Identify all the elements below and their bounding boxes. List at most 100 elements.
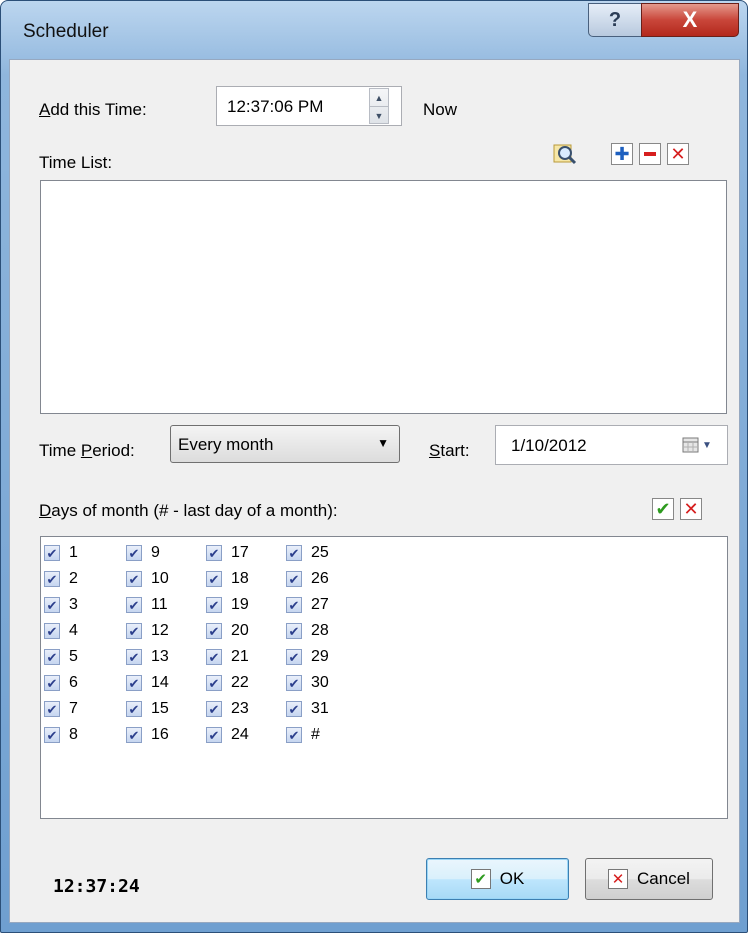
day-label: 23 [231,700,249,717]
start-date-input[interactable]: 1/10/2012 ▼ [495,425,728,465]
checkbox[interactable]: ✔ [206,701,222,717]
day-label: 31 [311,700,329,717]
day-checkbox-item[interactable]: ✔ 24 [206,723,249,747]
remove-time-button[interactable] [639,143,661,165]
checkbox[interactable]: ✔ [44,649,60,665]
day-checkbox-item[interactable]: ✔ 5 [44,645,78,669]
checkbox[interactable]: ✔ [126,727,142,743]
time-list[interactable] [40,180,727,414]
day-label: 28 [311,622,329,639]
checkbox[interactable]: ✔ [286,545,302,561]
checkbox[interactable]: ✔ [126,597,142,613]
checkbox[interactable]: ✔ [206,675,222,691]
day-checkbox-item[interactable]: ✔ 30 [286,671,329,695]
checkbox[interactable]: ✔ [206,597,222,613]
day-checkbox-item[interactable]: ✔ 4 [44,619,78,643]
day-checkbox-item[interactable]: ✔ # [286,723,320,747]
checkbox[interactable]: ✔ [286,675,302,691]
day-label: 26 [311,570,329,587]
time-input[interactable]: 12:37:06 PM ▲ ▼ [216,86,402,126]
checkbox[interactable]: ✔ [44,571,60,587]
day-checkbox-item[interactable]: ✔ 2 [44,567,78,591]
day-checkbox-item[interactable]: ✔ 15 [126,697,169,721]
day-checkbox-item[interactable]: ✔ 9 [126,541,160,565]
check-all-button[interactable]: ✔ [652,498,674,520]
checkbox[interactable]: ✔ [286,623,302,639]
day-checkbox-item[interactable]: ✔ 23 [206,697,249,721]
day-checkbox-item[interactable]: ✔ 13 [126,645,169,669]
day-checkbox-item[interactable]: ✔ 17 [206,541,249,565]
day-label: # [311,726,320,743]
day-checkbox-item[interactable]: ✔ 19 [206,593,249,617]
ok-button[interactable]: ✔ OK [426,858,569,900]
now-link[interactable]: Now [423,100,457,120]
day-label: 3 [69,596,78,613]
checkbox[interactable]: ✔ [206,545,222,561]
help-button[interactable]: ? [588,3,642,37]
day-checkbox-item[interactable]: ✔ 27 [286,593,329,617]
checkbox[interactable]: ✔ [126,571,142,587]
title-bar[interactable]: Scheduler ? X [1,1,747,59]
checkbox[interactable]: ✔ [44,727,60,743]
day-checkbox-item[interactable]: ✔ 18 [206,567,249,591]
day-checkbox-item[interactable]: ✔ 8 [44,723,78,747]
checkbox[interactable]: ✔ [206,623,222,639]
find-button[interactable] [552,142,578,166]
day-label: 15 [151,700,169,717]
clear-times-button[interactable]: ✕ [667,143,689,165]
spin-up-icon[interactable]: ▲ [370,89,388,107]
day-checkbox-item[interactable]: ✔ 1 [44,541,78,565]
window-title: Scheduler [23,21,109,42]
checkbox[interactable]: ✔ [126,623,142,639]
day-checkbox-item[interactable]: ✔ 3 [44,593,78,617]
checkbox[interactable]: ✔ [286,597,302,613]
day-label: 2 [69,570,78,587]
checkbox[interactable]: ✔ [126,675,142,691]
day-checkbox-item[interactable]: ✔ 10 [126,567,169,591]
checkbox[interactable]: ✔ [126,701,142,717]
day-checkbox-item[interactable]: ✔ 7 [44,697,78,721]
day-checkbox-item[interactable]: ✔ 21 [206,645,249,669]
checkbox[interactable]: ✔ [206,649,222,665]
uncheck-all-button[interactable]: ✕ [680,498,702,520]
day-checkbox-item[interactable]: ✔ 26 [286,567,329,591]
checkbox[interactable]: ✔ [126,545,142,561]
day-checkbox-item[interactable]: ✔ 6 [44,671,78,695]
day-label: 22 [231,674,249,691]
cancel-button[interactable]: ✕ Cancel [585,858,713,900]
days-checklist[interactable]: ✔ 1 ✔ 2 ✔ 3 ✔ 4 ✔ 5 ✔ 6 ✔ 7 ✔ 8 ✔ 9 ✔ 10 ✔ 11 ✔ 12 ✔ 13 ✔ 14 ✔ 15 ✔ 16 ✔… [40,536,728,819]
checkbox[interactable]: ✔ [44,545,60,561]
day-checkbox-item[interactable]: ✔ 14 [126,671,169,695]
calendar-dropdown-button[interactable]: ▼ [682,436,716,454]
cancel-button-label: Cancel [637,869,690,888]
checkbox[interactable]: ✔ [44,597,60,613]
day-checkbox-item[interactable]: ✔ 11 [126,593,168,617]
add-time-button[interactable]: ✚ [611,143,633,165]
checkbox[interactable]: ✔ [44,675,60,691]
checkbox[interactable]: ✔ [286,727,302,743]
day-checkbox-item[interactable]: ✔ 29 [286,645,329,669]
day-checkbox-item[interactable]: ✔ 28 [286,619,329,643]
time-spinner[interactable]: ▲ ▼ [369,88,389,124]
day-checkbox-item[interactable]: ✔ 12 [126,619,169,643]
spin-down-icon[interactable]: ▼ [370,107,388,124]
close-button[interactable]: X [641,3,739,37]
day-checkbox-item[interactable]: ✔ 16 [126,723,169,747]
checkbox[interactable]: ✔ [286,571,302,587]
checkmark-icon: ✔ [470,869,491,889]
day-checkbox-item[interactable]: ✔ 31 [286,697,329,721]
checkbox[interactable]: ✔ [206,571,222,587]
checkmark-icon: ✔ [655,499,671,519]
checkbox[interactable]: ✔ [286,701,302,717]
day-label: 7 [69,700,78,717]
checkbox[interactable]: ✔ [44,623,60,639]
day-checkbox-item[interactable]: ✔ 25 [286,541,329,565]
start-date-value: 1/10/2012 [511,436,587,455]
checkbox[interactable]: ✔ [286,649,302,665]
time-period-select[interactable]: Every month ▼ [170,425,400,463]
day-checkbox-item[interactable]: ✔ 20 [206,619,249,643]
checkbox[interactable]: ✔ [206,727,222,743]
day-checkbox-item[interactable]: ✔ 22 [206,671,249,695]
checkbox[interactable]: ✔ [126,649,142,665]
checkbox[interactable]: ✔ [44,701,60,717]
